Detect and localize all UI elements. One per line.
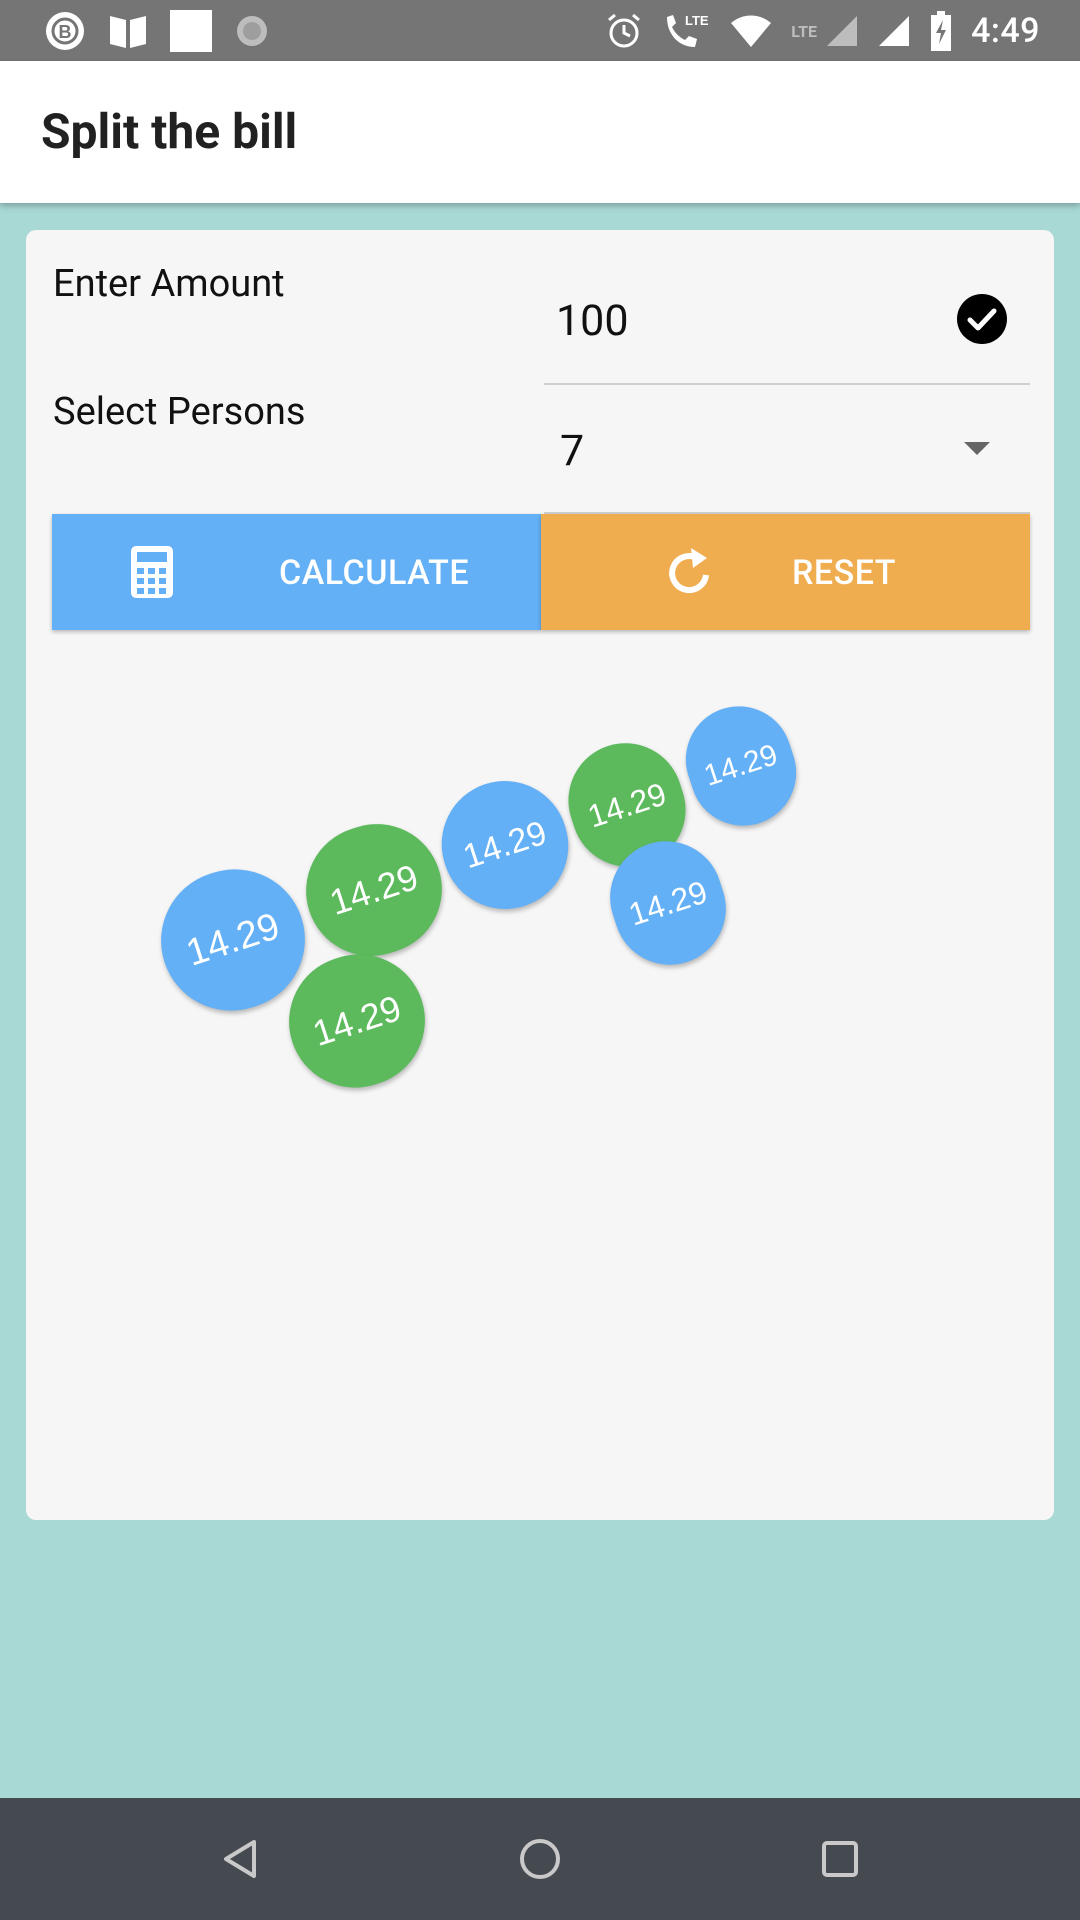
home-icon[interactable]: [515, 1834, 565, 1884]
status-left-icons: B: [44, 10, 270, 52]
app-bar: Split the bill: [0, 61, 1080, 203]
calculate-button[interactable]: CALCULATE: [52, 514, 541, 630]
b-logo-icon: B: [46, 12, 84, 50]
navigation-bar: [0, 1798, 1080, 1920]
square-icon: [170, 10, 212, 52]
share-amount: 14.29: [583, 775, 671, 835]
page-title: Split the bill: [41, 103, 298, 160]
share-bubble: 14.29: [425, 764, 585, 926]
status-bar: B LTE LTE 4:49: [0, 0, 1080, 61]
status-right-icons: LTE LTE 4:49: [605, 8, 1040, 54]
share-bubble: 14.29: [672, 692, 810, 840]
bill-card: Enter Amount 100 Select Persons 7 CALCUL…: [26, 230, 1054, 1520]
book-icon: [110, 16, 146, 48]
refresh-icon: [669, 548, 709, 593]
clock: 4:49: [971, 11, 1040, 51]
share-amount: 14.29: [458, 813, 552, 876]
amount-label: Enter Amount: [53, 262, 285, 306]
share-amount: 14.29: [181, 904, 285, 975]
reset-label: RESET: [792, 553, 896, 593]
calculate-label: CALCULATE: [279, 553, 470, 593]
back-icon[interactable]: [216, 1834, 266, 1884]
persons-label: Select Persons: [53, 390, 306, 434]
share-amount: 14.29: [624, 873, 712, 933]
signal-icon: [879, 16, 910, 46]
check-circle-icon[interactable]: [956, 293, 1008, 345]
recents-icon[interactable]: [815, 1834, 865, 1884]
volte-call-icon: LTE: [667, 13, 709, 47]
spinner-icon: [237, 16, 267, 46]
signal-icon: [827, 16, 858, 46]
network-type: LTE: [791, 21, 818, 41]
battery-charging-icon: [931, 11, 952, 51]
dropdown-arrow-icon[interactable]: [964, 442, 990, 455]
amount-underline: [544, 383, 1030, 385]
svg-text:B: B: [59, 22, 72, 42]
share-bubble: 14.29: [289, 807, 459, 973]
persons-select[interactable]: 7: [560, 426, 584, 476]
svg-text:LTE: LTE: [685, 13, 709, 28]
wifi-icon: [731, 15, 772, 47]
share-amount: 14.29: [307, 987, 407, 1054]
share-amount: 14.29: [700, 738, 782, 793]
amount-input[interactable]: 100: [556, 296, 629, 346]
reset-button[interactable]: RESET: [541, 514, 1030, 630]
calculator-icon: [131, 546, 173, 598]
share-amount: 14.29: [324, 856, 424, 923]
alarm-icon: [608, 13, 641, 48]
